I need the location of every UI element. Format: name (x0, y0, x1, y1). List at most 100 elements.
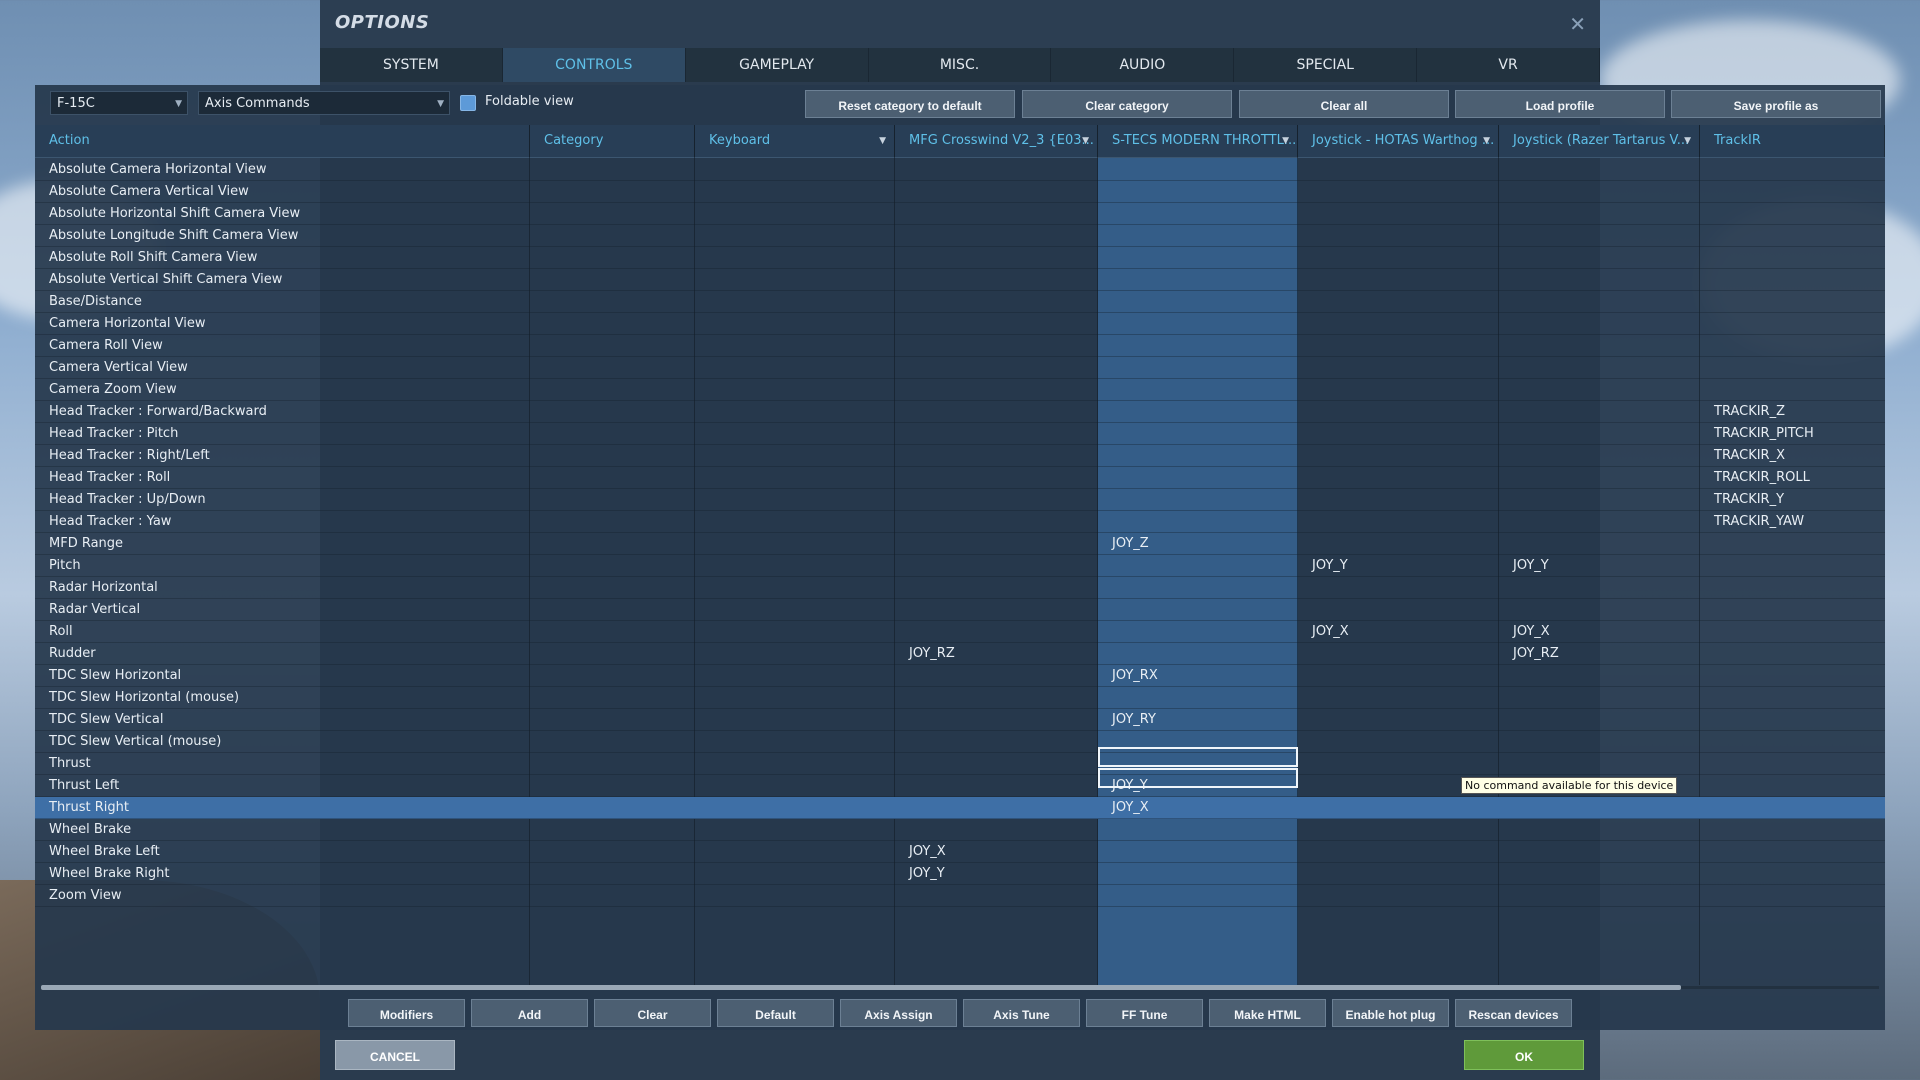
cell-category[interactable] (530, 445, 695, 466)
cell-action[interactable]: Wheel Brake Right (35, 863, 530, 884)
cell-trackir[interactable] (1700, 379, 1885, 400)
cell-hotas-warthog[interactable] (1298, 467, 1499, 488)
cell-trackir[interactable] (1700, 797, 1885, 818)
cell-hotas-warthog[interactable] (1298, 819, 1499, 840)
cell-category[interactable] (530, 313, 695, 334)
cell-keyboard[interactable] (695, 533, 895, 554)
cell-action[interactable]: Head Tracker : Forward/Backward (35, 401, 530, 422)
table-row[interactable]: Camera Vertical View (35, 357, 1885, 379)
cell-mfg-crosswind[interactable] (895, 599, 1098, 620)
cell-stecs-throttle[interactable] (1098, 335, 1298, 356)
cell-trackir[interactable] (1700, 577, 1885, 598)
cell-stecs-throttle[interactable] (1098, 885, 1298, 906)
cell-hotas-warthog[interactable] (1298, 313, 1499, 334)
cell-mfg-crosswind[interactable] (895, 335, 1098, 356)
cell-razer-tartarus[interactable] (1499, 247, 1700, 268)
cell-trackir[interactable]: TRACKIR_PITCH (1700, 423, 1885, 444)
cell-stecs-throttle[interactable] (1098, 577, 1298, 598)
table-row[interactable]: Absolute Longitude Shift Camera View (35, 225, 1885, 247)
cell-category[interactable] (530, 511, 695, 532)
table-row[interactable]: TDC Slew Horizontal (mouse) (35, 687, 1885, 709)
cell-category[interactable] (530, 577, 695, 598)
cell-action[interactable]: Radar Horizontal (35, 577, 530, 598)
cell-keyboard[interactable] (695, 181, 895, 202)
cell-category[interactable] (530, 203, 695, 224)
table-row[interactable]: Head Tracker : Right/Left TRACKIR_X (35, 445, 1885, 467)
cell-category[interactable] (530, 269, 695, 290)
cell-keyboard[interactable] (695, 709, 895, 730)
table-row[interactable]: Absolute Horizontal Shift Camera View (35, 203, 1885, 225)
cell-keyboard[interactable] (695, 621, 895, 642)
cell-mfg-crosswind[interactable] (895, 665, 1098, 686)
cell-category[interactable] (530, 841, 695, 862)
cell-keyboard[interactable] (695, 467, 895, 488)
horizontal-scrollbar[interactable] (41, 983, 1879, 991)
cell-trackir[interactable]: TRACKIR_YAW (1700, 511, 1885, 532)
cell-stecs-throttle[interactable] (1098, 159, 1298, 180)
axis-tune-button[interactable]: Axis Tune (963, 999, 1080, 1027)
scrollbar-thumb[interactable] (41, 985, 1681, 990)
cell-hotas-warthog[interactable] (1298, 665, 1499, 686)
cell-stecs-throttle[interactable] (1098, 643, 1298, 664)
cell-keyboard[interactable] (695, 159, 895, 180)
cell-mfg-crosswind[interactable]: JOY_X (895, 841, 1098, 862)
column-header-action[interactable]: Action (35, 125, 530, 157)
column-header-trackir[interactable]: TrackIR (1700, 125, 1885, 157)
cell-trackir[interactable] (1700, 357, 1885, 378)
cell-category[interactable] (530, 775, 695, 796)
table-row[interactable]: TDC Slew Vertical (mouse) (35, 731, 1885, 753)
cell-mfg-crosswind[interactable] (895, 313, 1098, 334)
default-button[interactable]: Default (717, 999, 834, 1027)
cell-stecs-throttle[interactable] (1098, 819, 1298, 840)
cell-keyboard[interactable] (695, 577, 895, 598)
table-row[interactable]: Camera Zoom View (35, 379, 1885, 401)
cell-category[interactable] (530, 225, 695, 246)
cell-razer-tartarus[interactable] (1499, 885, 1700, 906)
table-row[interactable]: Head Tracker : Up/Down TRACKIR_Y (35, 489, 1885, 511)
cell-hotas-warthog[interactable] (1298, 643, 1499, 664)
cell-mfg-crosswind[interactable] (895, 687, 1098, 708)
cell-keyboard[interactable] (695, 555, 895, 576)
cell-keyboard[interactable] (695, 357, 895, 378)
cell-action[interactable]: Camera Horizontal View (35, 313, 530, 334)
cell-razer-tartarus[interactable] (1499, 709, 1700, 730)
cell-action[interactable]: TDC Slew Horizontal (mouse) (35, 687, 530, 708)
cell-hotas-warthog[interactable] (1298, 841, 1499, 862)
column-header-hotas-warthog[interactable]: Joystick - HOTAS Warthog ... ▼ (1298, 125, 1499, 157)
cell-stecs-throttle[interactable] (1098, 181, 1298, 202)
cell-action[interactable]: Pitch (35, 555, 530, 576)
cell-action[interactable]: Thrust (35, 753, 530, 774)
cell-category[interactable] (530, 819, 695, 840)
cell-mfg-crosswind[interactable] (895, 511, 1098, 532)
cell-mfg-crosswind[interactable] (895, 885, 1098, 906)
cell-trackir[interactable] (1700, 533, 1885, 554)
cell-mfg-crosswind[interactable] (895, 533, 1098, 554)
cell-razer-tartarus[interactable] (1499, 269, 1700, 290)
tab-system[interactable]: SYSTEM (320, 48, 503, 82)
cell-trackir[interactable]: TRACKIR_Z (1700, 401, 1885, 422)
tab-audio[interactable]: AUDIO (1051, 48, 1235, 82)
cell-razer-tartarus[interactable] (1499, 225, 1700, 246)
cell-trackir[interactable] (1700, 841, 1885, 862)
tab-special[interactable]: SPECIAL (1234, 48, 1418, 82)
cell-stecs-throttle[interactable]: JOY_X (1098, 797, 1298, 818)
cell-category[interactable] (530, 291, 695, 312)
table-row[interactable]: Head Tracker : Roll TRACKIR_ROLL (35, 467, 1885, 489)
cell-mfg-crosswind[interactable] (895, 753, 1098, 774)
table-row[interactable]: Head Tracker : Yaw TRACKIR_YAW (35, 511, 1885, 533)
cell-keyboard[interactable] (695, 863, 895, 884)
table-row[interactable]: TDC Slew Vertical JOY_RY (35, 709, 1885, 731)
cell-razer-tartarus[interactable] (1499, 731, 1700, 752)
cell-razer-tartarus[interactable] (1499, 357, 1700, 378)
table-row[interactable]: Head Tracker : Pitch TRACKIR_PITCH (35, 423, 1885, 445)
cell-keyboard[interactable] (695, 687, 895, 708)
chevron-down-icon[interactable]: ▼ (1483, 125, 1490, 157)
cell-keyboard[interactable] (695, 379, 895, 400)
cell-keyboard[interactable] (695, 731, 895, 752)
cell-razer-tartarus[interactable] (1499, 401, 1700, 422)
cell-stecs-throttle[interactable] (1098, 401, 1298, 422)
cell-keyboard[interactable] (695, 841, 895, 862)
cell-action[interactable]: Roll (35, 621, 530, 642)
table-row[interactable]: Thrust (35, 753, 1885, 775)
cell-action[interactable]: Camera Roll View (35, 335, 530, 356)
